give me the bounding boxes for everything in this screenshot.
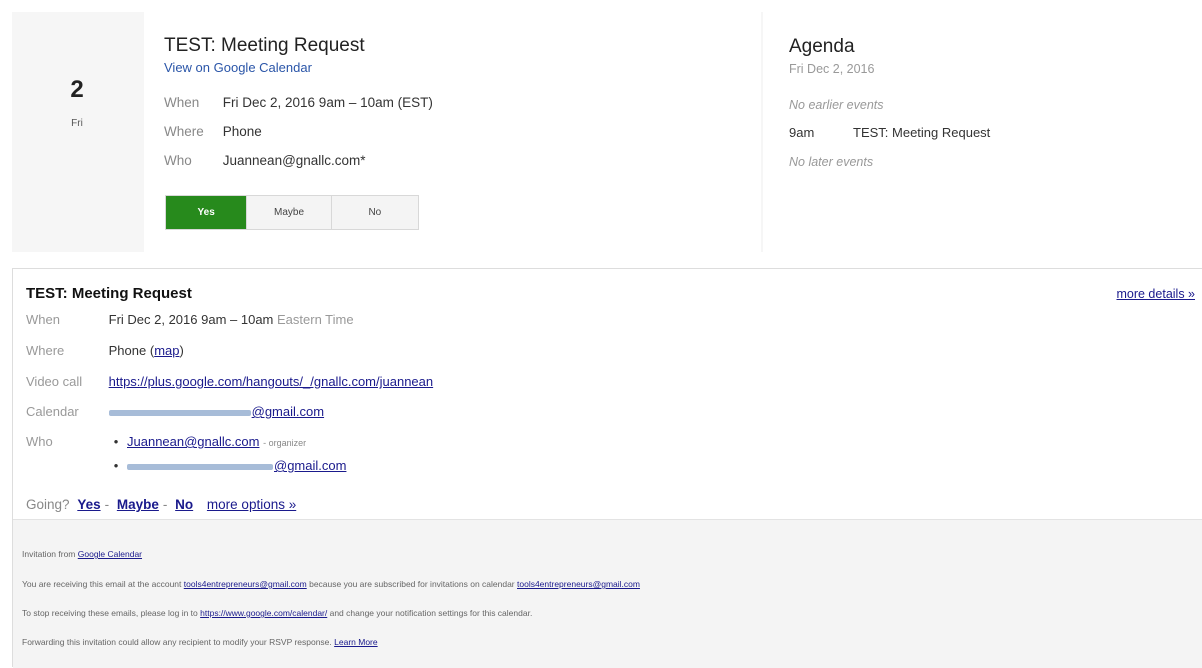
date-number: 2 — [70, 76, 84, 103]
where-value: Phone — [222, 124, 262, 139]
footer-line-invitation: Invitation from Google Calendar — [22, 549, 143, 559]
detail-title: TEST: Meeting Request — [26, 285, 192, 302]
when-row: When Fri Dec 2, 2016 9am – 10am (EST) — [164, 95, 433, 110]
when-value: Fri Dec 2, 2016 9am – 10am (EST) — [222, 95, 433, 110]
detail-timezone: Eastern Time — [277, 312, 354, 327]
more-details-link[interactable]: more details » — [1116, 287, 1195, 301]
rsvp-no-button[interactable]: No — [330, 196, 418, 229]
detail-video-row: Video call https://plus.google.com/hango… — [26, 374, 433, 389]
guest-list-item: • @gmail.com — [113, 458, 347, 473]
agenda-event-time: 9am — [789, 125, 815, 140]
google-calendar-link[interactable]: Google Calendar — [78, 549, 142, 559]
rsvp-button-group: Yes Maybe No — [165, 195, 419, 230]
guest-list-item: • Juannean@gnallc.com - organizer — [113, 434, 307, 449]
going-label: Going? — [26, 497, 70, 512]
agenda-date: Fri Dec 2, 2016 — [789, 62, 875, 76]
going-rsvp-row: Going? Yes - Maybe - No more options » — [26, 497, 297, 512]
agenda-no-later-events: No later events — [789, 155, 874, 169]
google-calendar-url-link[interactable]: https://www.google.com/calendar/ — [200, 608, 327, 618]
calendar-label: Calendar — [26, 404, 79, 419]
organizer-tag: - organizer — [263, 438, 307, 448]
who-label: Who — [164, 153, 192, 168]
detail-when-value: Fri Dec 2, 2016 9am – 10am — [108, 312, 274, 327]
going-maybe-link[interactable]: Maybe — [117, 497, 159, 512]
detail-who-label: Who — [26, 434, 53, 449]
footer-line-receiving: You are receiving this email at the acco… — [22, 579, 640, 589]
organizer-email-link[interactable]: Juannean@gnallc.com — [127, 434, 259, 449]
learn-more-link[interactable]: Learn More — [334, 637, 377, 647]
detail-who-row: Who — [26, 434, 105, 449]
agenda-title: Agenda — [789, 36, 855, 57]
when-label: When — [164, 95, 200, 110]
where-label: Where — [164, 124, 204, 139]
event-title: TEST: Meeting Request — [164, 35, 365, 56]
going-yes-link[interactable]: Yes — [77, 497, 100, 512]
detail-where-value: Phone — [108, 343, 147, 358]
going-no-link[interactable]: No — [175, 497, 193, 512]
agenda-no-earlier-events: No earlier events — [789, 98, 884, 112]
more-options-link[interactable]: more options » — [207, 497, 296, 512]
agenda-event-title[interactable]: TEST: Meeting Request — [853, 125, 990, 140]
calendar-owner-email-link[interactable]: tools4entrepreneurs@gmail.com — [517, 579, 640, 589]
view-on-google-calendar-link[interactable]: View on Google Calendar — [164, 60, 312, 75]
guest-email-link[interactable]: @gmail.com — [127, 458, 346, 473]
who-value: Juannean@gnallc.com* — [222, 153, 366, 168]
footer-line-unsubscribe: To stop receiving these emails, please l… — [22, 608, 533, 618]
rsvp-yes-button[interactable]: Yes — [166, 196, 247, 229]
video-call-label: Video call — [26, 374, 83, 389]
invite-panel: TEST: Meeting Request View on Google Cal… — [144, 12, 761, 252]
detail-when-row: When Fri Dec 2, 2016 9am – 10am Eastern … — [26, 312, 354, 327]
detail-where-label: Where — [26, 343, 65, 358]
redacted-email-blur — [127, 463, 273, 470]
date-badge: 2 Fri — [12, 12, 142, 252]
video-call-link[interactable]: https://plus.google.com/hangouts/_/gnall… — [109, 374, 434, 389]
where-row: Where Phone — [164, 124, 262, 139]
account-email-link[interactable]: tools4entrepreneurs@gmail.com — [184, 579, 307, 589]
who-row: Who Juannean@gnallc.com* — [164, 153, 366, 168]
rsvp-maybe-button[interactable]: Maybe — [246, 196, 331, 229]
event-detail-card: TEST: Meeting Request more details » Whe… — [12, 268, 1202, 668]
detail-when-label: When — [26, 312, 60, 327]
invitation-footer: Invitation from Google Calendar You are … — [13, 519, 1202, 668]
redacted-email-blur — [108, 409, 251, 416]
day-of-week: Fri — [71, 118, 83, 129]
event-summary-card: 2 Fri TEST: Meeting Request View on Goog… — [12, 12, 1202, 252]
detail-where-row: Where Phone (map) — [26, 343, 184, 358]
footer-line-forwarding: Forwarding this invitation could allow a… — [22, 637, 378, 647]
agenda-panel: Agenda Fri Dec 2, 2016 No earlier events… — [763, 12, 1202, 252]
map-link[interactable]: map — [154, 343, 179, 358]
detail-calendar-row: Calendar @gmail.com — [26, 404, 324, 419]
calendar-email-link[interactable]: @gmail.com — [108, 404, 324, 419]
